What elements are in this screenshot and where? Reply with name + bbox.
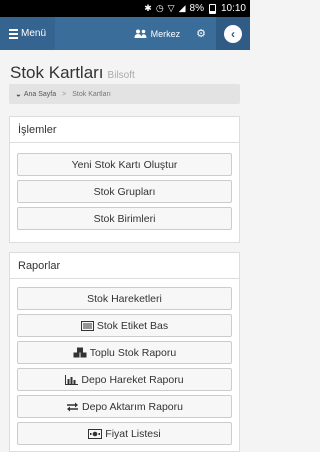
stock-groups-label: Stok Grupları (93, 185, 156, 198)
print-stock-label-text: Stok Etiket Bas (96, 319, 169, 332)
page-title: Stok Kartları Bilsoft (10, 63, 135, 83)
dashboard-icon: ◒ (16, 89, 21, 99)
cogs-icon: ⚙ (196, 28, 206, 40)
location-selector[interactable]: Merkez (134, 17, 197, 50)
bulk-stock-report-label: Toplu Stok Raporu (89, 346, 177, 359)
battery-percent: 8% (189, 3, 204, 14)
hamburger-icon (8, 28, 18, 39)
menu-label: Menü (20, 28, 46, 39)
stock-units-button[interactable]: Stok Birimleri (17, 207, 232, 230)
raporlar-panel: Raporlar Stok Hareketleri Stok Etiket Ba… (9, 252, 240, 452)
islemler-heading: İşlemler (10, 117, 239, 143)
breadcrumb-separator: > (62, 90, 67, 98)
raporlar-heading: Raporlar (10, 253, 239, 279)
users-icon (134, 29, 147, 38)
status-time: 10:10 (220, 3, 246, 14)
warehouse-transfer-report-button[interactable]: Depo Aktarım Raporu (17, 395, 232, 418)
price-list-label: Fiyat Listesi (105, 427, 161, 440)
settings-button[interactable]: ⚙ (196, 17, 216, 50)
stock-groups-button[interactable]: Stok Grupları (17, 180, 232, 203)
battery-icon (208, 3, 216, 14)
exchange-icon (66, 402, 79, 412)
warehouse-transfer-report-label: Depo Aktarım Raporu (82, 400, 183, 413)
stock-units-label: Stok Birimleri (93, 212, 156, 225)
new-stock-card-label: Yeni Stok Kartı Oluştur (71, 158, 178, 171)
stock-movements-button[interactable]: Stok Hareketleri (17, 287, 232, 310)
new-stock-card-button[interactable]: Yeni Stok Kartı Oluştur (17, 153, 232, 176)
islemler-panel: İşlemler Yeni Stok Kartı Oluştur Stok Gr… (9, 116, 240, 243)
price-list-button[interactable]: Fiyat Listesi (17, 422, 232, 445)
barcode-list-icon (80, 320, 94, 331)
warehouse-movement-report-button[interactable]: Depo Hareket Raporu (17, 368, 232, 391)
breadcrumb-home-link[interactable]: Ana Sayfa (24, 91, 56, 98)
breadcrumb: ◒ Ana Sayfa > Stok Kartları (9, 84, 240, 104)
breadcrumb-current: Stok Kartları (72, 90, 111, 98)
print-stock-label-button[interactable]: Stok Etiket Bas (17, 314, 232, 337)
stock-movements-label: Stok Hareketleri (87, 292, 162, 305)
money-icon (88, 428, 103, 439)
page-subtitle: Bilsoft (107, 70, 135, 81)
back-button[interactable]: ‹ (216, 17, 250, 50)
bluetooth-icon: ✱ (144, 3, 152, 13)
top-navbar: Menü Merkez ⚙ ‹ (0, 17, 250, 50)
warehouse-movement-report-label: Depo Hareket Raporu (81, 373, 184, 386)
alarm-icon: ◷ (155, 3, 164, 13)
navbar-spacer (55, 17, 134, 50)
page-title-text: Stok Kartları (10, 63, 104, 82)
menu-button[interactable]: Menü (0, 17, 55, 50)
wifi-icon: ▽ (167, 3, 175, 13)
location-label: Merkez (150, 28, 181, 39)
bulk-stock-report-button[interactable]: Toplu Stok Raporu (17, 341, 232, 364)
status-bar: ✱ ◷ ▽ ◢ 8% 10:10 (0, 0, 250, 17)
cubes-icon (73, 347, 87, 358)
signal-icon: ◢ (178, 3, 186, 13)
bar-chart-icon (65, 374, 79, 385)
chevron-left-icon: ‹ (224, 24, 242, 43)
